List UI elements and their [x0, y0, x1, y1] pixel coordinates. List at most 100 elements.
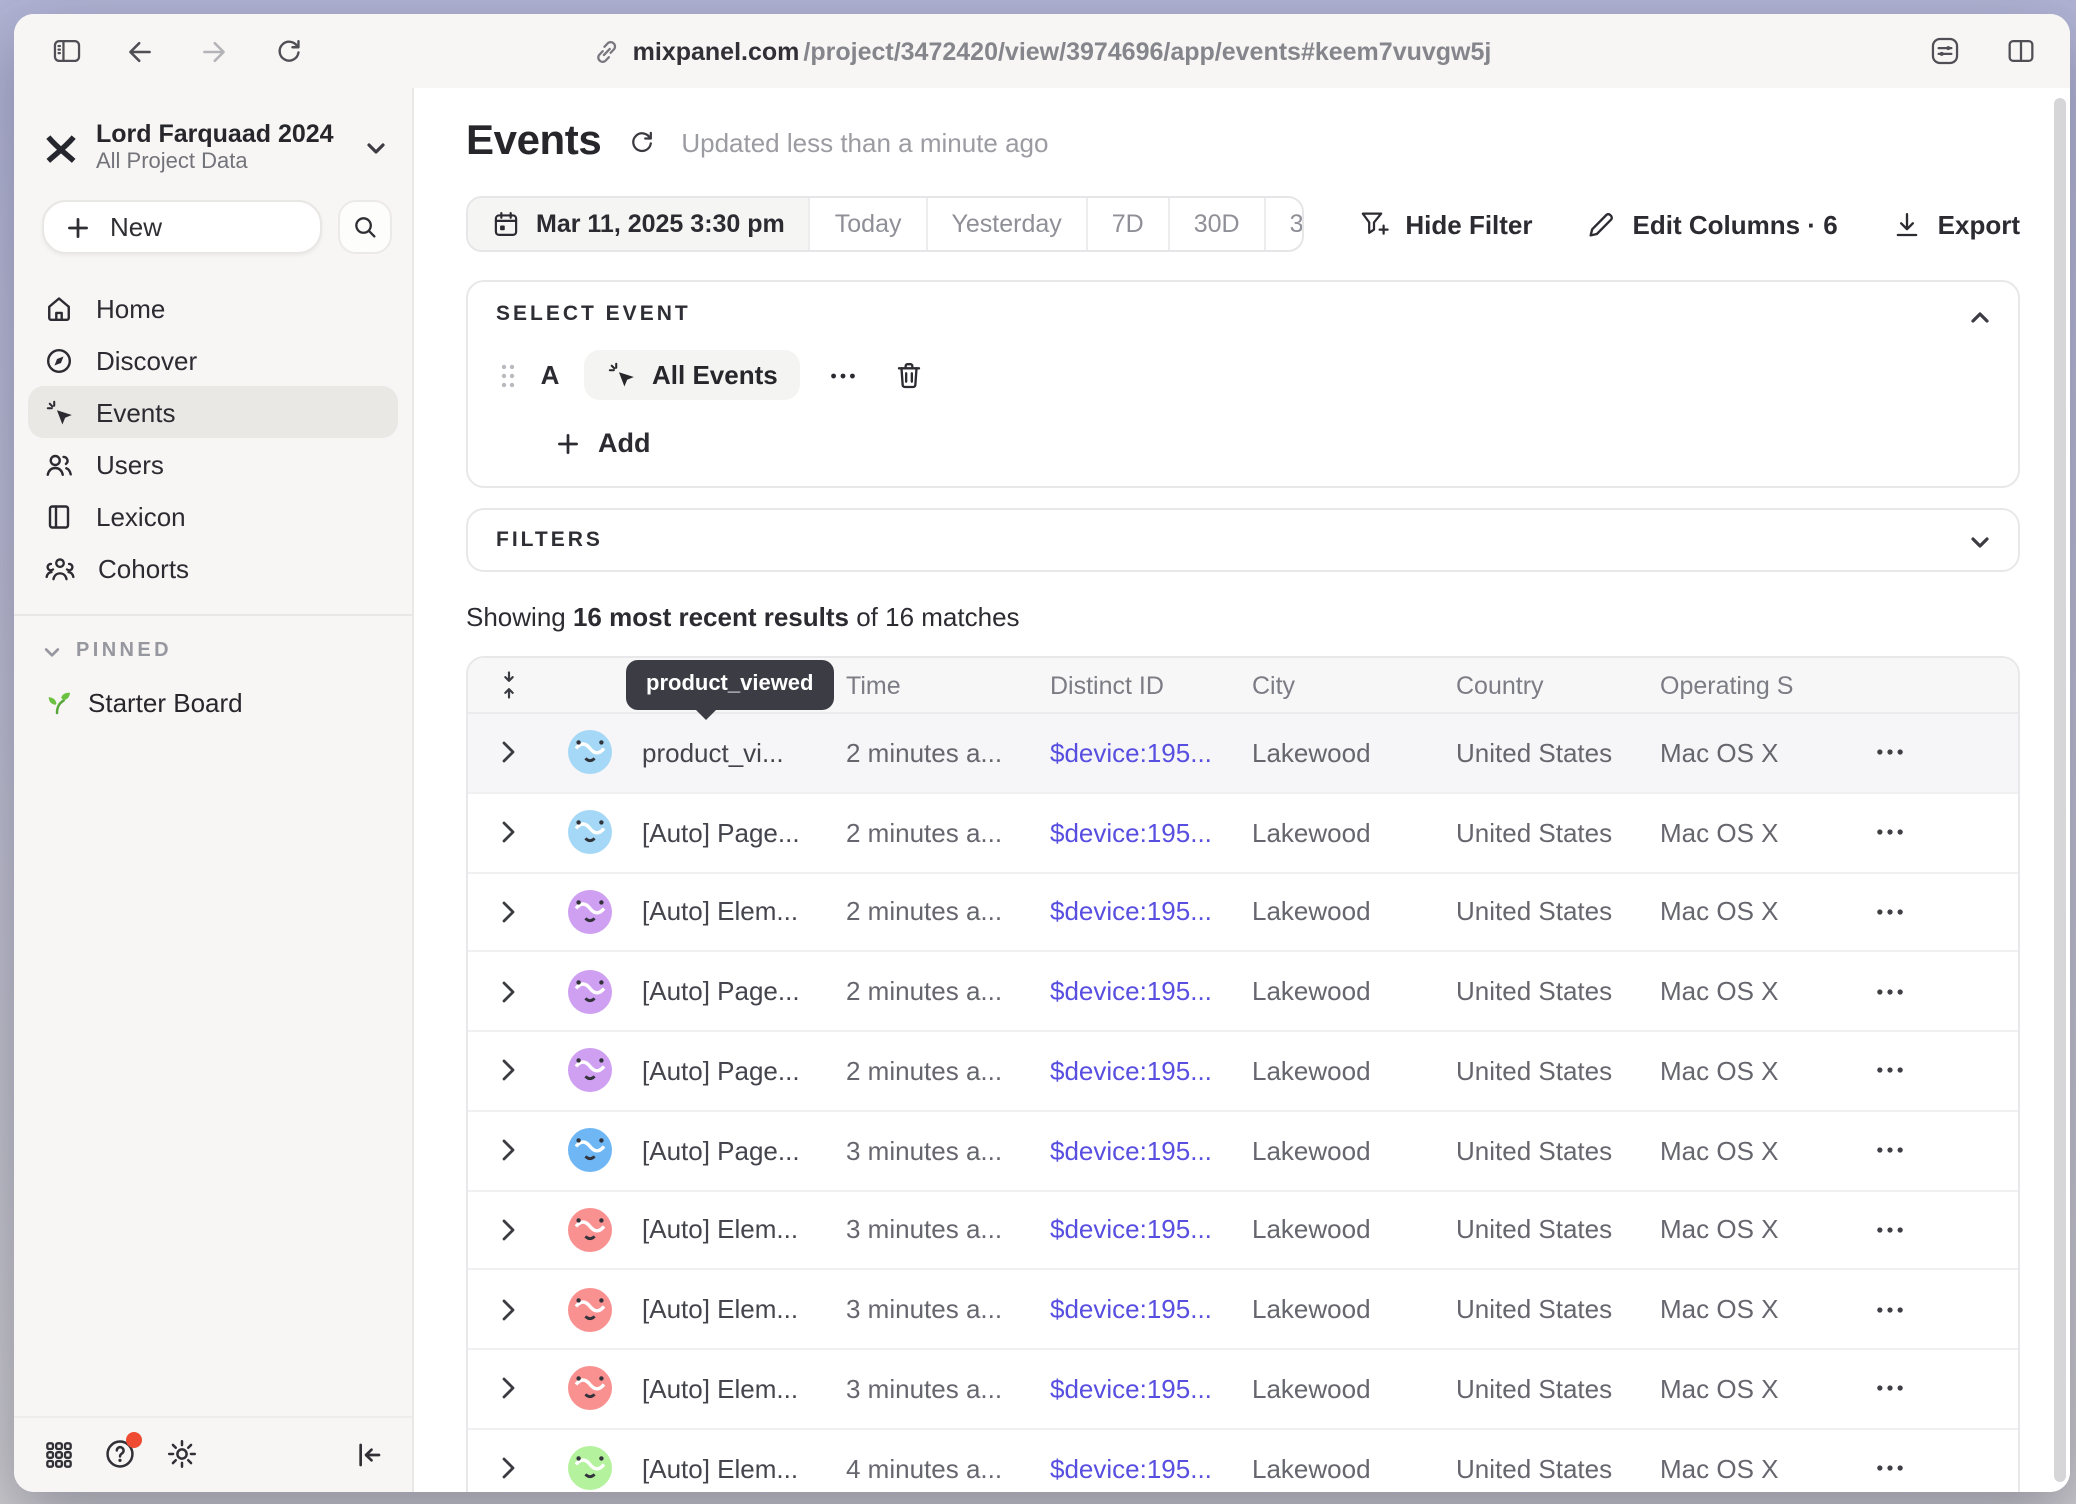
time-cell: 3 minutes a...	[846, 1135, 1050, 1165]
distinct-id-link[interactable]: $device:195...	[1050, 1294, 1252, 1324]
event-name-cell[interactable]: product_vi...	[642, 738, 846, 768]
distinct-id-link[interactable]: $device:195...	[1050, 1135, 1252, 1165]
column-header-distinct-id[interactable]: Distinct ID	[1050, 671, 1252, 699]
row-actions-button[interactable]	[1876, 1305, 1904, 1313]
preset-7d[interactable]: 7D	[1086, 198, 1168, 250]
sidebar-item-cohorts[interactable]: Cohorts	[28, 542, 398, 594]
row-actions-button[interactable]	[1876, 1146, 1904, 1154]
event-row-letter: A	[538, 360, 562, 390]
row-actions-button[interactable]	[1876, 828, 1904, 836]
expand-row-icon[interactable]	[500, 1456, 516, 1480]
row-actions-button[interactable]	[1876, 1385, 1904, 1393]
distinct-id-link[interactable]: $device:195...	[1050, 1453, 1252, 1483]
preset-yesterday[interactable]: Yesterday	[926, 198, 1086, 250]
table-row[interactable]: [Auto] Elem...3 minutes a...$device:195.…	[468, 1348, 2018, 1428]
column-header-os[interactable]: Operating S	[1660, 671, 1830, 699]
event-name-cell[interactable]: [Auto] Elem...	[642, 897, 846, 927]
column-header-country[interactable]: Country	[1456, 671, 1660, 699]
event-name-cell[interactable]: [Auto] Elem...	[642, 1374, 846, 1404]
table-row[interactable]: [Auto] Elem...3 minutes a...$device:195.…	[468, 1189, 2018, 1269]
help-icon[interactable]	[104, 1438, 136, 1470]
event-name-cell[interactable]: [Auto] Elem...	[642, 1215, 846, 1245]
table-row[interactable]: product_vi...2 minutes a...$device:195..…	[468, 714, 2018, 792]
distinct-id-link[interactable]: $device:195...	[1050, 1215, 1252, 1245]
column-header-time[interactable]: Time	[846, 671, 1050, 699]
sidebar-item-discover[interactable]: Discover	[28, 334, 398, 386]
preset-30d[interactable]: 30D	[1168, 198, 1264, 250]
search-button[interactable]	[338, 200, 392, 254]
table-row[interactable]: [Auto] Page...3 minutes a...$device:195.…	[468, 1110, 2018, 1190]
event-name-cell[interactable]: [Auto] Page...	[642, 817, 846, 847]
expand-row-icon[interactable]	[500, 820, 516, 844]
pinned-section-header[interactable]: PINNED	[14, 628, 412, 670]
expand-row-icon[interactable]	[500, 1297, 516, 1321]
refresh-icon[interactable]	[627, 128, 655, 156]
event-more-options-button[interactable]	[830, 371, 856, 379]
event-name-cell[interactable]: [Auto] Elem...	[642, 1294, 846, 1324]
export-button[interactable]: Export	[1892, 209, 2020, 239]
preset-today[interactable]: Today	[809, 198, 926, 250]
collapse-all-rows-icon[interactable]	[497, 670, 519, 700]
apps-grid-icon[interactable]	[44, 1439, 74, 1469]
event-name-cell[interactable]: [Auto] Page...	[642, 1056, 846, 1086]
back-icon[interactable]	[114, 25, 166, 77]
new-button[interactable]: New	[42, 200, 322, 254]
expand-row-icon[interactable]	[500, 900, 516, 924]
expand-row-icon[interactable]	[500, 741, 516, 765]
event-name-cell[interactable]: [Auto] Page...	[642, 1135, 846, 1165]
distinct-id-link[interactable]: $device:195...	[1050, 1056, 1252, 1086]
column-header-city[interactable]: City	[1252, 671, 1456, 699]
distinct-id-link[interactable]: $device:195...	[1050, 1374, 1252, 1404]
time-cell: 3 minutes a...	[846, 1374, 1050, 1404]
delete-event-icon[interactable]	[894, 360, 924, 390]
expand-row-icon[interactable]	[500, 979, 516, 1003]
event-selector-chip[interactable]: All Events	[584, 350, 800, 400]
event-name-cell[interactable]: [Auto] Elem...	[642, 1453, 846, 1483]
forward-icon[interactable]	[188, 25, 240, 77]
expand-row-icon[interactable]	[500, 1218, 516, 1242]
table-row[interactable]: [Auto] Elem...4 minutes a...$device:195.…	[468, 1428, 2018, 1493]
table-row[interactable]: [Auto] Page...2 minutes a...$device:195.…	[468, 792, 2018, 872]
collapse-panel-icon[interactable]	[1968, 306, 1992, 330]
sidebar-item-lexicon[interactable]: Lexicon	[28, 490, 398, 542]
row-actions-button[interactable]	[1876, 1226, 1904, 1234]
row-actions-button[interactable]	[1876, 908, 1904, 916]
page-settings-icon[interactable]	[1918, 25, 1970, 77]
row-actions-button[interactable]	[1876, 1067, 1904, 1075]
event-name-cell[interactable]: [Auto] Page...	[642, 976, 846, 1006]
expand-panel-icon[interactable]	[1968, 530, 1992, 554]
table-row[interactable]: [Auto] Elem...3 minutes a...$device:195.…	[468, 1269, 2018, 1349]
vertical-scrollbar[interactable]	[2054, 98, 2066, 1482]
add-event-button[interactable]: Add	[556, 428, 1990, 458]
sidebar-item-events[interactable]: Events	[28, 386, 398, 438]
reload-icon[interactable]	[262, 25, 314, 77]
distinct-id-link[interactable]: $device:195...	[1050, 897, 1252, 927]
sidebar-item-home[interactable]: Home	[28, 282, 398, 334]
hide-filter-button[interactable]: Hide Filter	[1357, 208, 1532, 240]
address-bar[interactable]: mixpanel.com/project/3472420/view/397469…	[593, 14, 1492, 88]
sidebar-toggle-icon[interactable]	[40, 25, 92, 77]
split-view-icon[interactable]	[1994, 25, 2046, 77]
distinct-id-link[interactable]: $device:195...	[1050, 738, 1252, 768]
table-row[interactable]: [Auto] Page...2 minutes a...$device:195.…	[468, 951, 2018, 1031]
drag-handle-icon[interactable]	[500, 361, 516, 389]
row-actions-button[interactable]	[1876, 749, 1904, 757]
distinct-id-link[interactable]: $device:195...	[1050, 976, 1252, 1006]
expand-row-icon[interactable]	[500, 1138, 516, 1162]
sidebar-item-starter-board[interactable]: Starter Board	[14, 670, 412, 736]
collapse-sidebar-icon[interactable]	[354, 1439, 384, 1469]
row-actions-button[interactable]	[1876, 987, 1904, 995]
expand-row-icon[interactable]	[500, 1377, 516, 1401]
edit-columns-button[interactable]: Edit Columns · 6	[1587, 209, 1838, 239]
settings-gear-icon[interactable]	[166, 1438, 198, 1470]
distinct-id-link[interactable]: $device:195...	[1050, 817, 1252, 847]
row-actions-button[interactable]	[1876, 1464, 1904, 1472]
table-row[interactable]: [Auto] Page...2 minutes a...$device:195.…	[468, 1030, 2018, 1110]
current-date-range[interactable]: Mar 11, 2025 3:30 pm	[468, 198, 809, 250]
filters-panel: FILTERS	[466, 508, 2020, 572]
expand-row-icon[interactable]	[500, 1059, 516, 1083]
table-row[interactable]: [Auto] Elem...2 minutes a...$device:195.…	[468, 871, 2018, 951]
sidebar-item-users[interactable]: Users	[28, 438, 398, 490]
project-switcher[interactable]: Lord Farquaad 2024 All Project Data	[14, 108, 412, 192]
preset-3m[interactable]: 3M	[1264, 198, 1304, 250]
